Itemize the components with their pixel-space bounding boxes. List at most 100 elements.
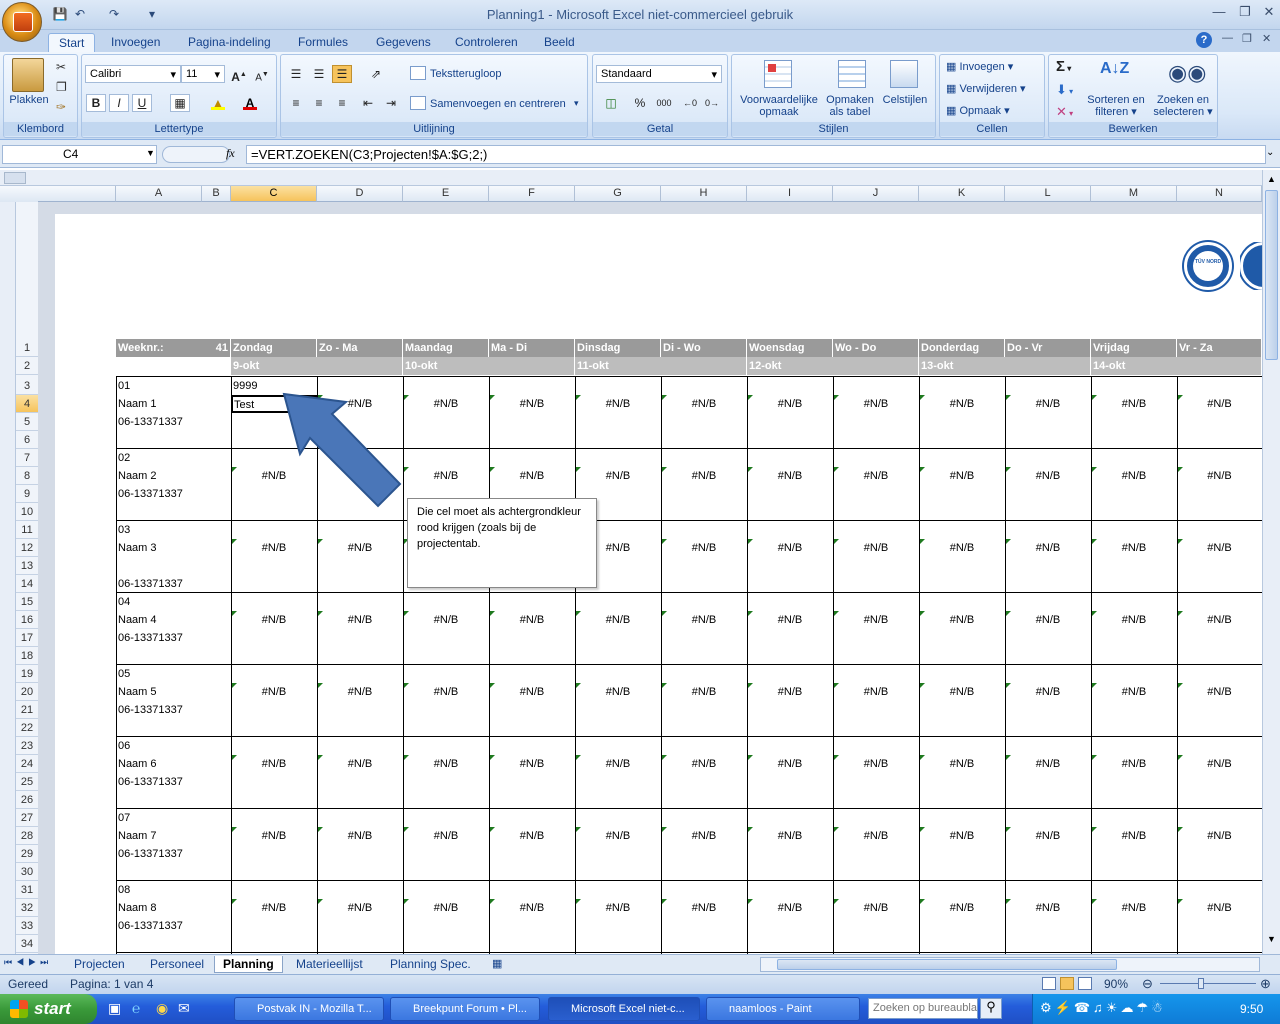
value-cell[interactable]: #N/B bbox=[403, 899, 489, 917]
value-cell[interactable]: #N/B bbox=[919, 395, 1005, 413]
row-header-20[interactable]: 20 bbox=[16, 683, 38, 701]
person-phone[interactable]: 06-13371337 bbox=[116, 701, 226, 719]
value-cell[interactable]: #N/B bbox=[1005, 395, 1091, 413]
normal-view-icon[interactable] bbox=[1042, 977, 1056, 990]
name-box[interactable]: C4 bbox=[2, 145, 157, 164]
value-cell[interactable]: #N/B bbox=[1177, 539, 1262, 557]
value-cell[interactable]: #N/B bbox=[919, 683, 1005, 701]
value-cell[interactable]: #N/B bbox=[231, 611, 317, 629]
value-cell[interactable]: #N/B bbox=[1005, 827, 1091, 845]
hscroll-thumb[interactable] bbox=[777, 959, 1117, 970]
row-header-22[interactable]: 22 bbox=[16, 719, 38, 737]
ribbon-restore-icon[interactable]: ❐ bbox=[1242, 32, 1252, 45]
person-number[interactable]: 07 bbox=[116, 809, 226, 827]
page-layout-view-icon[interactable] bbox=[1060, 977, 1074, 990]
column-header-f[interactable]: F bbox=[489, 186, 575, 202]
value-cell[interactable]: #N/B bbox=[747, 467, 833, 485]
value-cell[interactable]: #N/B bbox=[575, 827, 661, 845]
day-header[interactable]: Zondag bbox=[231, 339, 317, 357]
value-cell[interactable]: #N/B bbox=[231, 539, 317, 557]
increase-decimal-icon[interactable]: ←0 bbox=[680, 94, 700, 112]
increase-indent-icon[interactable]: ⇥ bbox=[381, 94, 401, 112]
format-painter-icon[interactable]: ✑ bbox=[56, 100, 66, 114]
font-size-combo[interactable]: 11 ▾ bbox=[181, 65, 225, 83]
outlook-icon[interactable]: ✉ bbox=[178, 1000, 190, 1017]
horizontal-scrollbar[interactable] bbox=[760, 957, 1260, 972]
row-header-11[interactable]: 11 bbox=[16, 521, 38, 539]
row-header-2[interactable]: 2 bbox=[16, 357, 38, 375]
value-cell[interactable]: #N/B bbox=[919, 827, 1005, 845]
value-cell[interactable]: #N/B bbox=[661, 683, 747, 701]
percent-button[interactable]: % bbox=[630, 94, 650, 112]
insert-cells-button[interactable]: ▦ Invoegen ▾ bbox=[946, 60, 1013, 73]
day-header[interactable]: Donderdag bbox=[919, 339, 1005, 357]
person-name[interactable]: Naam 2 bbox=[116, 467, 226, 485]
value-cell[interactable]: #N/B bbox=[1091, 755, 1177, 773]
person-number[interactable]: 02 bbox=[116, 449, 226, 467]
value-cell[interactable]: #N/B bbox=[1177, 755, 1262, 773]
column-header-c[interactable]: C bbox=[231, 186, 317, 202]
row-header-29[interactable]: 29 bbox=[16, 845, 38, 863]
value-cell[interactable]: #N/B bbox=[747, 683, 833, 701]
ribbon-close-icon[interactable]: ✕ bbox=[1262, 32, 1271, 45]
office-button[interactable] bbox=[2, 2, 42, 42]
value-cell[interactable]: #N/B bbox=[833, 827, 919, 845]
person-name[interactable]: Naam 3 bbox=[116, 539, 226, 557]
day-header[interactable]: Wo - Do bbox=[833, 339, 919, 357]
fx-icon[interactable]: fx bbox=[226, 146, 235, 161]
day-header[interactable]: Woensdag bbox=[747, 339, 833, 357]
value-cell[interactable]: #N/B bbox=[747, 899, 833, 917]
value-cell[interactable]: #N/B bbox=[1177, 395, 1262, 413]
task-thunderbird[interactable]: Postvak IN - Mozilla T... bbox=[234, 997, 384, 1021]
merge-center-button[interactable]: Samenvoegen en centreren bbox=[430, 98, 566, 110]
person-phone[interactable]: 06-13371337 bbox=[116, 917, 226, 935]
fill-icon[interactable]: ⬇ ▾ bbox=[1056, 82, 1073, 98]
ie-icon[interactable]: ℮ bbox=[132, 1000, 140, 1016]
zoom-in-icon[interactable]: ⊕ bbox=[1260, 976, 1271, 992]
value-cell[interactable]: #N/B bbox=[661, 539, 747, 557]
value-cell[interactable]: #N/B bbox=[231, 755, 317, 773]
page-break-view-icon[interactable] bbox=[1078, 977, 1092, 990]
value-cell[interactable]: #N/B bbox=[1091, 683, 1177, 701]
value-cell[interactable]: #N/B bbox=[833, 539, 919, 557]
autosum-icon[interactable]: Σ ▾ bbox=[1056, 58, 1071, 75]
comment-box[interactable]: Die cel moet als achtergrondkleur rood k… bbox=[407, 498, 597, 588]
value-cell[interactable]: #N/B bbox=[575, 395, 661, 413]
number-format-combo[interactable]: Standaard ▾ bbox=[596, 65, 722, 83]
value-cell[interactable]: #N/B bbox=[1177, 611, 1262, 629]
value-cell[interactable]: #N/B bbox=[919, 539, 1005, 557]
row-header-27[interactable]: 27 bbox=[16, 809, 38, 827]
column-header-j[interactable]: J bbox=[833, 186, 919, 202]
value-cell[interactable]: #N/B bbox=[575, 899, 661, 917]
row-header-31[interactable]: 31 bbox=[16, 881, 38, 899]
chrome-icon[interactable]: ◉ bbox=[156, 1000, 168, 1017]
cell-weeknr-value[interactable]: 41 bbox=[190, 339, 230, 357]
column-header-i[interactable]: I bbox=[747, 186, 833, 202]
value-cell[interactable]: #N/B bbox=[1005, 539, 1091, 557]
row-header-25[interactable]: 25 bbox=[16, 773, 38, 791]
zoom-slider-thumb[interactable] bbox=[1198, 978, 1204, 989]
row-header-8[interactable]: 8 bbox=[16, 467, 38, 485]
person-name[interactable]: Naam 5 bbox=[116, 683, 226, 701]
value-cell[interactable]: #N/B bbox=[403, 467, 489, 485]
row-header-7[interactable]: 7 bbox=[16, 449, 38, 467]
value-cell[interactable]: #N/B bbox=[833, 755, 919, 773]
person-number[interactable]: 06 bbox=[116, 737, 226, 755]
close-button[interactable]: ✕ bbox=[1256, 4, 1280, 22]
value-cell[interactable]: #N/B bbox=[1177, 827, 1262, 845]
person-number[interactable]: 08 bbox=[116, 881, 226, 899]
wrap-text-button[interactable]: Tekstterugloop bbox=[430, 68, 502, 80]
font-name-combo[interactable]: Calibri ▾ bbox=[85, 65, 181, 83]
column-header-d[interactable]: D bbox=[317, 186, 403, 202]
zoom-slider[interactable] bbox=[1160, 983, 1256, 984]
tab-formules[interactable]: Formules bbox=[288, 33, 358, 52]
value-cell[interactable]: #N/B bbox=[833, 683, 919, 701]
row-header-15[interactable]: 15 bbox=[16, 593, 38, 611]
insert-sheet-icon[interactable]: ▦ bbox=[492, 957, 502, 970]
value-cell[interactable]: #N/B bbox=[489, 467, 575, 485]
row-header-5[interactable]: 5 bbox=[16, 413, 38, 431]
select-all-corner[interactable] bbox=[4, 172, 26, 184]
value-cell[interactable]: #N/B bbox=[1005, 611, 1091, 629]
formula-input[interactable]: =VERT.ZOEKEN(C3;Projecten!$A:$G;2;) bbox=[246, 145, 1266, 164]
value-cell[interactable]: #N/B bbox=[403, 395, 489, 413]
